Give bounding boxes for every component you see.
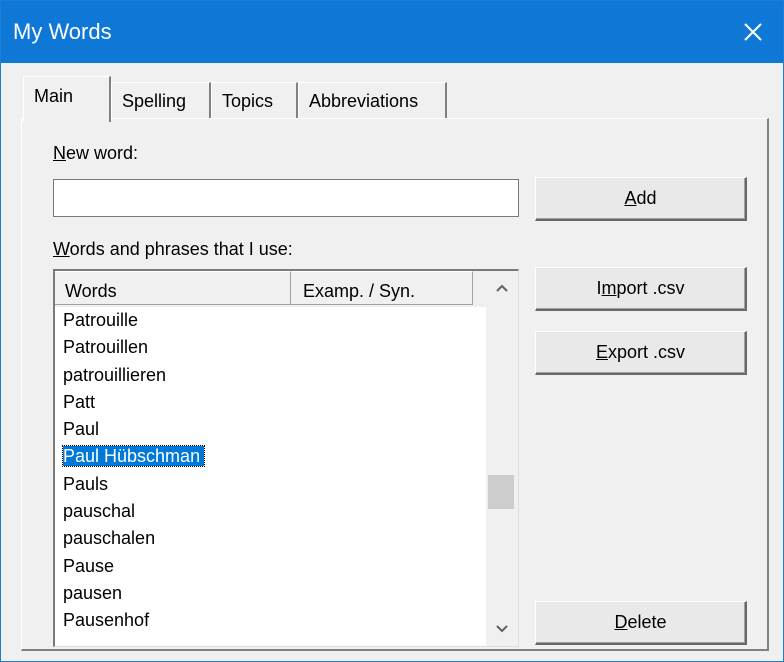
add-button-label: dd bbox=[636, 188, 657, 208]
new-word-input[interactable] bbox=[53, 179, 519, 217]
new-word-label-hotkey: N bbox=[53, 143, 66, 163]
list-header: Words Examp. / Syn. bbox=[55, 271, 489, 307]
chevron-down-icon bbox=[496, 625, 508, 633]
list-item-word: Patrouillen bbox=[63, 337, 149, 358]
list-item[interactable]: patrouillieren bbox=[55, 362, 489, 389]
list-item[interactable]: Pausenhof bbox=[55, 607, 489, 634]
words-list-label: Words and phrases that I use: bbox=[53, 239, 293, 260]
list-item-word: pausen bbox=[63, 582, 123, 603]
tab-abbreviations[interactable]: Abbreviations bbox=[298, 82, 447, 118]
list-rows: Patrouille Patrouillen patrouillieren Patt P… bbox=[55, 307, 489, 635]
list-item[interactable]: Pause bbox=[55, 553, 489, 580]
list-item[interactable]: pausen bbox=[55, 580, 489, 607]
list-item-word: pauschal bbox=[63, 501, 136, 522]
tab-spelling[interactable]: Spelling bbox=[111, 82, 211, 118]
words-list-label-hotkey: W bbox=[53, 239, 70, 259]
column-header-examples[interactable]: Examp. / Syn. bbox=[291, 271, 473, 305]
list-item-word: Pauls bbox=[63, 473, 109, 494]
import-button-label: port .csv bbox=[616, 278, 685, 298]
list-item[interactable]: pauschal bbox=[55, 498, 489, 525]
tab-spelling-label: Spelling bbox=[122, 91, 187, 111]
list-item[interactable]: Patrouillen bbox=[55, 334, 489, 361]
tab-topics-label: Topics bbox=[222, 91, 274, 111]
list-item-word: Paul Hübschman bbox=[61, 445, 206, 468]
close-icon bbox=[744, 23, 762, 41]
new-word-label-text: ew word: bbox=[66, 143, 139, 163]
scroll-down-button[interactable] bbox=[486, 612, 518, 646]
export-button-hotkey: E bbox=[595, 342, 608, 362]
vertical-scrollbar[interactable] bbox=[486, 271, 518, 646]
delete-button-label: elete bbox=[627, 612, 667, 632]
list-item-word: Pausenhof bbox=[63, 610, 150, 631]
tab-main[interactable]: Main bbox=[23, 76, 111, 122]
close-button[interactable] bbox=[723, 1, 783, 63]
words-list-label-text: ords and phrases that I use: bbox=[69, 239, 293, 259]
window-title: My Words bbox=[13, 19, 112, 44]
list-item-word: pauschalen bbox=[63, 528, 156, 549]
list-item[interactable]: pauschalen bbox=[55, 525, 489, 552]
export-csv-button[interactable]: Export .csv bbox=[535, 331, 747, 375]
list-item-word: Patt bbox=[63, 391, 96, 412]
my-words-dialog: My Words Main Spelling Topics Abbreviati… bbox=[0, 0, 784, 662]
title-bar[interactable]: My Words bbox=[1, 1, 783, 63]
list-item[interactable]: Patt bbox=[55, 389, 489, 416]
delete-button-hotkey: D bbox=[614, 612, 628, 632]
words-list[interactable]: Words Examp. / Syn. Patrouille Patrouille… bbox=[53, 269, 519, 647]
import-button-hotkey: m bbox=[601, 278, 617, 298]
scroll-thumb[interactable] bbox=[488, 475, 514, 509]
list-item-word: Paul bbox=[63, 419, 100, 440]
chevron-up-icon bbox=[496, 284, 508, 292]
list-item-word: Patrouille bbox=[63, 310, 139, 330]
add-button-hotkey: A bbox=[624, 188, 637, 208]
column-header-words-label: Words bbox=[65, 281, 117, 301]
list-item[interactable]: Pauls bbox=[55, 471, 489, 498]
list-item[interactable]: Paul Hübschman bbox=[55, 443, 489, 470]
column-header-words[interactable]: Words bbox=[55, 271, 291, 305]
add-button[interactable]: Add bbox=[535, 177, 747, 221]
list-item-word: patrouillieren bbox=[63, 364, 167, 385]
import-csv-button[interactable]: Im port .csv bbox=[535, 267, 747, 311]
list-item[interactable]: Patrouille bbox=[55, 307, 489, 334]
scroll-up-button[interactable] bbox=[486, 271, 518, 305]
list-item[interactable]: Paul bbox=[55, 416, 489, 443]
tab-abbreviations-label: Abbreviations bbox=[309, 91, 419, 111]
list-item-word: Pause bbox=[63, 555, 115, 576]
export-button-label: xport .csv bbox=[607, 342, 686, 362]
delete-button[interactable]: Delete bbox=[535, 601, 747, 645]
tab-main-label: Main bbox=[34, 86, 74, 106]
new-word-label: New word: bbox=[53, 143, 138, 164]
tab-topics[interactable]: Topics bbox=[211, 82, 298, 118]
column-header-examples-label: Examp. / Syn. bbox=[303, 281, 416, 301]
